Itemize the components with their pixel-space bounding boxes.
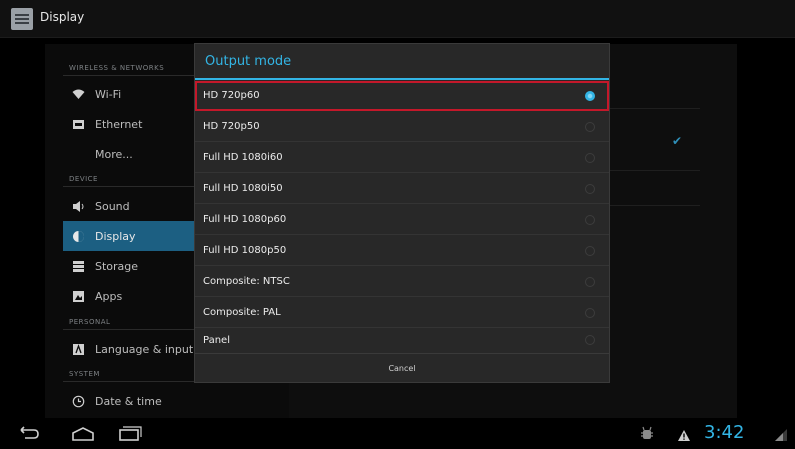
storage-icon xyxy=(71,259,85,273)
app-title: Display xyxy=(40,10,85,24)
wifi-icon xyxy=(71,87,85,101)
clock-icon xyxy=(71,394,85,408)
sidebar-item-label: Date & time xyxy=(95,394,162,408)
option-label: Full HD 1080i60 xyxy=(203,152,283,163)
checkmark-icon[interactable]: ✔ xyxy=(672,134,682,148)
sidebar-item-label: Storage xyxy=(95,259,139,273)
option-hd-720p60[interactable]: HD 720p60 xyxy=(195,81,609,111)
option-label: HD 720p50 xyxy=(203,121,260,132)
radio-icon[interactable] xyxy=(585,335,595,345)
radio-selected-icon[interactable] xyxy=(585,90,595,101)
option-label: Composite: NTSC xyxy=(203,276,290,287)
section-header-device: DEVICE xyxy=(69,175,98,183)
dialog-title: Output mode xyxy=(205,54,292,69)
option-full-hd-1080p60[interactable]: Full HD 1080p60 xyxy=(195,205,609,235)
signal-icon[interactable] xyxy=(774,427,788,446)
radio-icon[interactable] xyxy=(585,121,595,132)
option-composite-ntsc[interactable]: Composite: NTSC xyxy=(195,267,609,297)
option-full-hd-1080i50[interactable]: Full HD 1080i50 xyxy=(195,174,609,204)
action-bar: Display xyxy=(0,0,795,38)
option-label: HD 720p60 xyxy=(203,90,260,101)
warning-icon[interactable] xyxy=(677,427,691,446)
sidebar-item-label: Language & input xyxy=(95,342,194,356)
blank-icon xyxy=(71,147,85,161)
option-composite-pal[interactable]: Composite: PAL xyxy=(195,298,609,328)
option-label: Composite: PAL xyxy=(203,307,281,318)
option-panel[interactable]: Panel xyxy=(195,327,609,353)
radio-icon[interactable] xyxy=(585,183,595,194)
sidebar-item-label: Display xyxy=(95,229,136,243)
system-nav-bar: 3:42 xyxy=(0,420,795,449)
option-full-hd-1080i60[interactable]: Full HD 1080i60 xyxy=(195,143,609,173)
brightness-icon xyxy=(71,229,85,243)
language-icon xyxy=(71,342,85,356)
option-label: Panel xyxy=(203,334,230,346)
sidebar-item-label: Ethernet xyxy=(95,117,143,131)
back-icon[interactable] xyxy=(17,425,43,443)
option-hd-720p50[interactable]: HD 720p50 xyxy=(195,112,609,142)
radio-icon[interactable] xyxy=(585,307,595,318)
section-header-personal: PERSONAL xyxy=(69,318,111,326)
status-clock[interactable]: 3:42 xyxy=(704,422,744,443)
home-icon[interactable] xyxy=(70,425,96,443)
option-label: Full HD 1080p50 xyxy=(203,245,287,256)
option-full-hd-1080p50[interactable]: Full HD 1080p50 xyxy=(195,236,609,266)
cancel-button[interactable]: Cancel xyxy=(195,353,609,383)
sidebar-item-label: More... xyxy=(95,147,133,161)
section-header-system: SYSTEM xyxy=(69,370,100,378)
option-label: Full HD 1080p60 xyxy=(203,214,287,225)
output-mode-dialog: Output mode HD 720p60 HD 720p50 Full HD … xyxy=(194,43,610,383)
sidebar-item-label: Wi-Fi xyxy=(95,87,122,101)
dialog-title-divider xyxy=(195,78,609,80)
ethernet-icon xyxy=(71,117,85,131)
radio-icon[interactable] xyxy=(585,214,595,225)
recent-apps-icon[interactable] xyxy=(116,425,142,443)
radio-icon[interactable] xyxy=(585,152,595,163)
radio-icon[interactable] xyxy=(585,276,595,287)
radio-icon[interactable] xyxy=(585,245,595,256)
speaker-icon xyxy=(71,199,85,213)
sidebar-item-label: Sound xyxy=(95,199,130,213)
sidebar-item-date-time[interactable]: Date & time xyxy=(63,386,289,416)
section-header-wireless: WIRELESS & NETWORKS xyxy=(69,64,165,72)
display-settings-icon[interactable] xyxy=(11,8,33,30)
apps-icon xyxy=(71,289,85,303)
usb-debug-icon[interactable] xyxy=(640,426,654,446)
sidebar-item-label: Apps xyxy=(95,289,123,303)
option-label: Full HD 1080i50 xyxy=(203,183,283,194)
